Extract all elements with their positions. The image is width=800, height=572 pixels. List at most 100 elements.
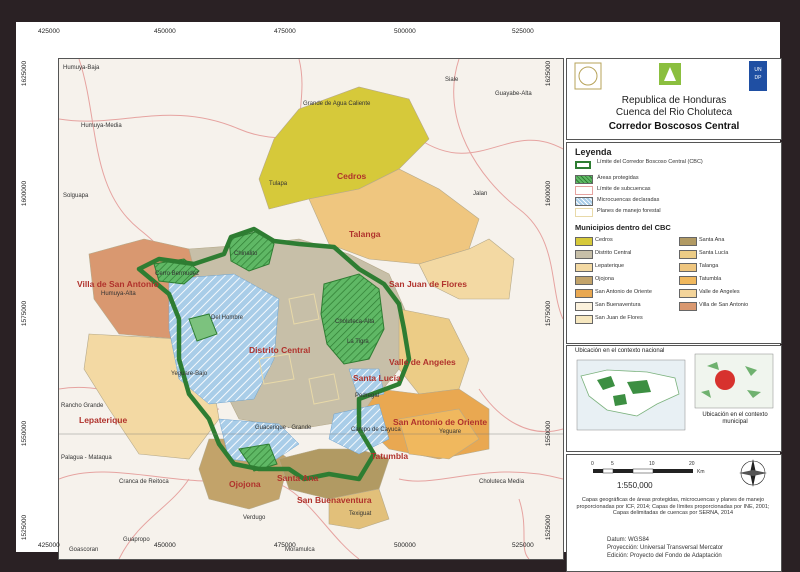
legend-swatch bbox=[575, 186, 593, 195]
projection-note: Proyección: Universal Transversal Mercat… bbox=[607, 545, 724, 551]
tick-top: 475000 bbox=[274, 28, 296, 35]
muni-swatch-valle bbox=[679, 289, 697, 298]
scale-unit: Km bbox=[697, 469, 705, 475]
place-label: Guapropo bbox=[123, 537, 150, 543]
place-label: Goascoran bbox=[69, 547, 99, 553]
place-label: Siale bbox=[445, 77, 459, 83]
muni-label: Villa de San Antonio bbox=[77, 279, 159, 289]
tick-right: 1525000 bbox=[545, 514, 553, 541]
corridor-title: Corredor Boscosos Central bbox=[608, 121, 740, 132]
muni-swatch-sjf bbox=[575, 315, 593, 324]
muni-label: San Juan de Flores bbox=[389, 279, 467, 289]
legend-label: Áreas protegidas bbox=[597, 175, 639, 181]
place-label: Del Hombre bbox=[211, 315, 244, 321]
muni-label: Cedros bbox=[337, 171, 367, 181]
legend-label: Microcuencas declaradas bbox=[597, 197, 660, 203]
place-label: Yeguare-Bajo bbox=[171, 371, 208, 377]
muni-swatch-cedros bbox=[575, 237, 593, 246]
scale-tick: 5 bbox=[611, 461, 614, 467]
tick-bottom: 425000 bbox=[38, 542, 60, 549]
municipal-context-label: Ubicación en el contexto municipal bbox=[702, 412, 768, 425]
legend-swatch bbox=[575, 208, 593, 217]
tick-right: 1575000 bbox=[545, 300, 553, 327]
muni-swatch-lepaterique bbox=[575, 263, 593, 272]
tick-bottom: 525000 bbox=[512, 542, 534, 549]
muni-legend-item: San Buenaventura bbox=[595, 302, 641, 308]
context-panel: Ubicación en el contexto nacional Ubicac… bbox=[566, 345, 782, 452]
muni-label: Lepaterique bbox=[79, 415, 128, 425]
place-label: Guayabe-Alta bbox=[495, 91, 532, 97]
basin-title: Cuenca del Rio Choluteca bbox=[615, 107, 733, 118]
muni-swatch-villa bbox=[679, 302, 697, 311]
country-title: Republica de Honduras bbox=[621, 95, 727, 106]
muni-swatch-talanga bbox=[679, 263, 697, 272]
place-label: Choluteca Media bbox=[479, 479, 525, 485]
place-label: Humuya-Baja bbox=[63, 65, 100, 71]
tick-top: 500000 bbox=[394, 28, 416, 35]
place-label: Humuya-Alta bbox=[101, 291, 136, 297]
place-label: Guacerique - Grande bbox=[255, 425, 312, 431]
tick-left: 1575000 bbox=[21, 300, 29, 327]
map-sheet: Humuya-Baja Humuya-Media Grande de Agua … bbox=[16, 22, 782, 572]
muni-label: Santa Ana bbox=[277, 473, 319, 483]
map-area[interactable]: Humuya-Baja Humuya-Media Grande de Agua … bbox=[58, 58, 564, 560]
tick-left: 1525000 bbox=[21, 514, 29, 541]
legend-label: Límite de subcuencas bbox=[597, 186, 651, 192]
scale-ratio: 1:550,000 bbox=[617, 481, 653, 490]
muni-label: Distrito Central bbox=[249, 345, 311, 355]
muni-swatch-santa-lucia bbox=[679, 250, 697, 259]
place-label: Campo de Cayuca bbox=[351, 427, 401, 433]
place-label: Grande de Agua Caliente bbox=[303, 101, 371, 107]
place-label: Cerro Bermudez bbox=[155, 271, 200, 277]
muni-legend-item: Distrito Central bbox=[595, 250, 632, 256]
tick-left: 1625000 bbox=[21, 60, 29, 87]
muni-legend-item: San Juan de Flores bbox=[595, 315, 643, 321]
legend-label: Límite del Corredor Boscoso Central (CBC… bbox=[597, 159, 703, 165]
legend-swatch bbox=[575, 161, 591, 169]
tick-bottom: 475000 bbox=[274, 542, 296, 549]
muni-legend-item: Cedros bbox=[595, 237, 613, 243]
place-label: Pedregal bbox=[355, 393, 380, 399]
location-marker-icon bbox=[715, 370, 735, 390]
muni-label: San Antonio de Oriente bbox=[393, 417, 488, 427]
tick-left: 1550000 bbox=[21, 420, 29, 447]
scale-bar bbox=[593, 459, 767, 487]
tick-right: 1625000 bbox=[545, 60, 553, 87]
muni-swatch-sb bbox=[575, 302, 593, 311]
context-maps bbox=[576, 353, 774, 431]
muni-legend-item: Valle de Angeles bbox=[699, 289, 740, 295]
place-label: Yeguare bbox=[439, 429, 462, 435]
logos: UN DP bbox=[574, 61, 767, 91]
legend-title: Leyenda bbox=[575, 147, 612, 157]
title-panel: UN DP Republica de Honduras Cuenca del R… bbox=[566, 58, 782, 140]
tick-right: 1600000 bbox=[545, 180, 553, 207]
edition-note: Edición: Proyecto del Fondo de Adaptació… bbox=[607, 553, 722, 559]
tick-top: 425000 bbox=[38, 28, 60, 35]
place-label: Tulapa bbox=[269, 181, 288, 187]
tick-left: 1600000 bbox=[21, 180, 29, 207]
muni-label: Valle de Angeles bbox=[389, 357, 456, 367]
scale-tick: 10 bbox=[649, 461, 655, 467]
legend-swatch bbox=[575, 197, 593, 206]
place-label: Cranca de Reitoca bbox=[119, 479, 169, 485]
tick-top: 525000 bbox=[512, 28, 534, 35]
sources-note: Capas geográficas de áreas protegidas, m… bbox=[576, 497, 770, 517]
muni-label: Ojojona bbox=[229, 479, 261, 489]
scale-tick: 20 bbox=[689, 461, 695, 467]
legend-panel: Leyenda Límite del Corredor Boscoso Cent… bbox=[566, 142, 782, 344]
tick-right: 1550000 bbox=[545, 420, 553, 447]
place-label: Jalan bbox=[473, 191, 488, 197]
muni-legend-item: Villa de San Antonio bbox=[699, 302, 749, 308]
muni-swatch-santa-ana bbox=[679, 237, 697, 246]
municipalities-fills bbox=[83, 86, 515, 530]
legend-swatch bbox=[575, 175, 593, 184]
muni-swatch-ojojona bbox=[575, 276, 593, 285]
muni-label: San Buenaventura bbox=[297, 495, 372, 505]
muni-legend-item: Tatumbla bbox=[699, 276, 722, 282]
place-label: Verdugo bbox=[243, 515, 266, 521]
muni-legend-item: Santa Lucía bbox=[699, 250, 729, 256]
legend-label: Planes de manejo forestal bbox=[597, 208, 661, 214]
svg-text:DP: DP bbox=[755, 75, 763, 81]
muni-legend-item: Talanga bbox=[699, 263, 719, 269]
place-label: Rancho Grande bbox=[61, 403, 104, 409]
